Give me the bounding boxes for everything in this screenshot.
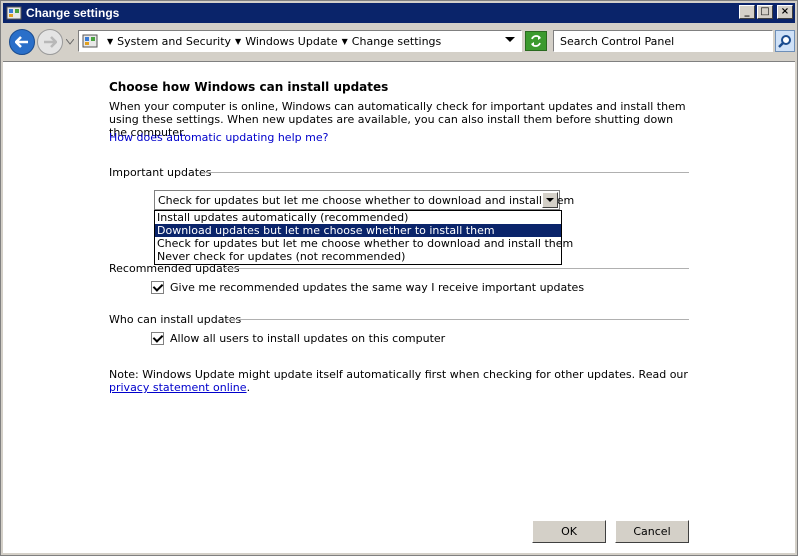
dropdown-option[interactable]: Never check for updates (not recommended… [155,250,561,263]
allow-all-users-option[interactable]: Allow all users to install updates on th… [151,332,445,345]
allow-all-users-checkbox-label[interactable]: Allow all users to install updates on th… [170,332,445,345]
search-icon [778,35,791,48]
minimize-button[interactable]: _ [739,5,755,19]
content-panel: Choose how Windows can install updates W… [3,61,795,553]
group-divider [203,172,689,173]
search-button[interactable] [775,30,795,52]
chevron-down-icon [66,39,74,45]
breadcrumb-change-settings[interactable]: Change settings [352,35,441,48]
who-can-install-label: Who can install updates [109,313,244,326]
recommended-updates-checkbox[interactable] [151,281,164,294]
search-placeholder: Search Control Panel [560,35,675,48]
help-link[interactable]: How does automatic updating help me? [109,131,328,144]
recommended-updates-option[interactable]: Give me recommended updates the same way… [151,281,584,294]
breadcrumb: ▼ System and Security ▼ Windows Update ▼… [103,35,441,48]
window-title: Change settings [26,6,120,20]
forward-arrow-icon [44,36,57,48]
select-value: Check for updates but let me choose whet… [158,194,575,207]
recent-pages-button[interactable] [65,36,75,48]
title-bar: Change settings _ □ × [3,3,795,23]
allow-all-users-checkbox[interactable] [151,332,164,345]
search-input[interactable]: Search Control Panel [553,30,773,52]
breadcrumb-windows-update[interactable]: Windows Update [245,35,337,48]
chevron-down-icon[interactable] [542,192,558,208]
note-text: Note: Windows Update might update itself… [109,368,689,394]
address-bar[interactable]: ▼ System and Security ▼ Windows Update ▼… [78,30,522,52]
back-button[interactable] [9,29,35,55]
refresh-button[interactable] [525,31,547,51]
breadcrumb-arrow-icon[interactable]: ▼ [107,37,113,46]
navigation-bar: ▼ System and Security ▼ Windows Update ▼… [3,24,795,60]
privacy-statement-link[interactable]: privacy statement online [109,381,247,394]
important-updates-label: Important updates [109,166,214,179]
dropdown-option[interactable]: Install updates automatically (recommend… [155,211,561,224]
important-updates-dropdown-list: Install updates automatically (recommend… [154,210,573,265]
address-dropdown-icon[interactable] [505,37,515,42]
important-updates-select[interactable]: Check for updates but let me choose whet… [154,190,574,210]
note-end: . [246,381,251,394]
refresh-icon [531,35,541,47]
breadcrumb-arrow-icon[interactable]: ▼ [342,37,348,46]
group-divider [227,319,689,320]
recommended-updates-checkbox-label[interactable]: Give me recommended updates the same way… [170,281,584,294]
note-body: Note: Windows Update might update itself… [109,368,688,381]
breadcrumb-arrow-icon[interactable]: ▼ [235,37,241,46]
breadcrumb-system-and-security[interactable]: System and Security [117,35,231,48]
dropdown-option[interactable]: Check for updates but let me choose whet… [155,237,573,250]
page-title: Choose how Windows can install updates [109,80,389,94]
forward-button[interactable] [37,29,63,55]
control-panel-icon [6,6,22,20]
back-arrow-icon [15,36,28,48]
close-button[interactable]: × [777,5,793,19]
ok-button[interactable]: OK [532,520,606,543]
group-divider [223,268,689,269]
maximize-button[interactable]: □ [757,5,773,19]
window: Change settings _ □ × ▼ System and Secur… [0,0,798,556]
dropdown-option[interactable]: Download updates but let me choose wheth… [155,224,561,237]
cancel-button[interactable]: Cancel [615,520,689,543]
control-panel-icon [82,34,98,48]
